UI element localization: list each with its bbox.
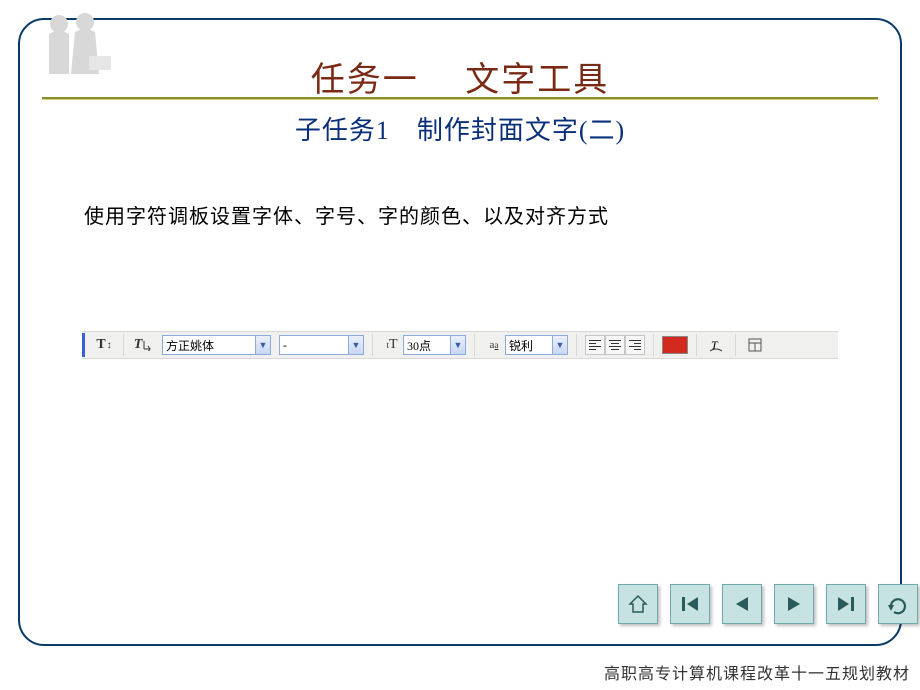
align-right-button[interactable] — [625, 335, 645, 355]
nav-first-button[interactable] — [670, 584, 710, 624]
warp-text-button[interactable]: T — [705, 334, 727, 356]
antialias-input[interactable] — [506, 336, 552, 354]
text-options-toolbar: T ↕ T ▼ ▼ tT ▼ aa — [82, 331, 838, 359]
sep — [735, 334, 736, 356]
footer-text: 高职高专计算机课程改革十一五规划教材 — [0, 660, 910, 684]
nav-next-button[interactable] — [774, 584, 814, 624]
font-style-combo[interactable]: ▼ — [279, 335, 364, 355]
align-left-button[interactable] — [585, 335, 605, 355]
toolbar-accent — [82, 333, 85, 357]
slide-title: 任务一 文字工具 — [0, 52, 920, 101]
align-center-button[interactable] — [605, 335, 625, 355]
text-color-swatch[interactable] — [662, 336, 688, 354]
sep — [123, 334, 124, 356]
orientation-arrow: ↕ — [107, 340, 112, 351]
chevron-down-icon[interactable]: ▼ — [450, 336, 465, 354]
text-align-group — [581, 334, 649, 356]
chevron-down-icon[interactable]: ▼ — [348, 336, 363, 354]
slide-subtitle: 子任务1 制作封面文字(二) — [0, 110, 920, 147]
body-text: 使用字符调板设置字体、字号、字的颜色、以及对齐方式 — [84, 200, 609, 229]
chevron-down-icon[interactable]: ▼ — [552, 336, 567, 354]
nav-row — [618, 584, 918, 624]
sep — [474, 334, 475, 356]
nav-return-button[interactable] — [878, 584, 918, 624]
sep — [576, 334, 577, 356]
font-family-combo[interactable]: ▼ — [162, 335, 271, 355]
text-orientation-glyph: T — [96, 337, 105, 353]
sep — [372, 334, 373, 356]
title-underline — [42, 97, 878, 100]
palettes-toggle-button[interactable] — [744, 334, 766, 356]
nav-home-button[interactable] — [618, 584, 658, 624]
antialias-combo[interactable]: ▼ — [505, 335, 568, 355]
text-orientation-button[interactable]: T ↕ — [93, 334, 115, 356]
antialias-label: aa — [483, 334, 505, 356]
nav-last-button[interactable] — [826, 584, 866, 624]
chevron-down-icon[interactable]: ▼ — [255, 336, 270, 354]
font-size-combo[interactable]: ▼ — [403, 335, 466, 355]
font-family-input[interactable] — [163, 336, 255, 354]
sep — [653, 334, 654, 356]
text-direction-toggle-button[interactable]: T — [132, 334, 154, 356]
font-size-icon: tT — [381, 334, 403, 356]
nav-prev-button[interactable] — [722, 584, 762, 624]
font-style-input[interactable] — [280, 336, 348, 354]
sep — [696, 334, 697, 356]
font-size-input[interactable] — [404, 336, 450, 354]
